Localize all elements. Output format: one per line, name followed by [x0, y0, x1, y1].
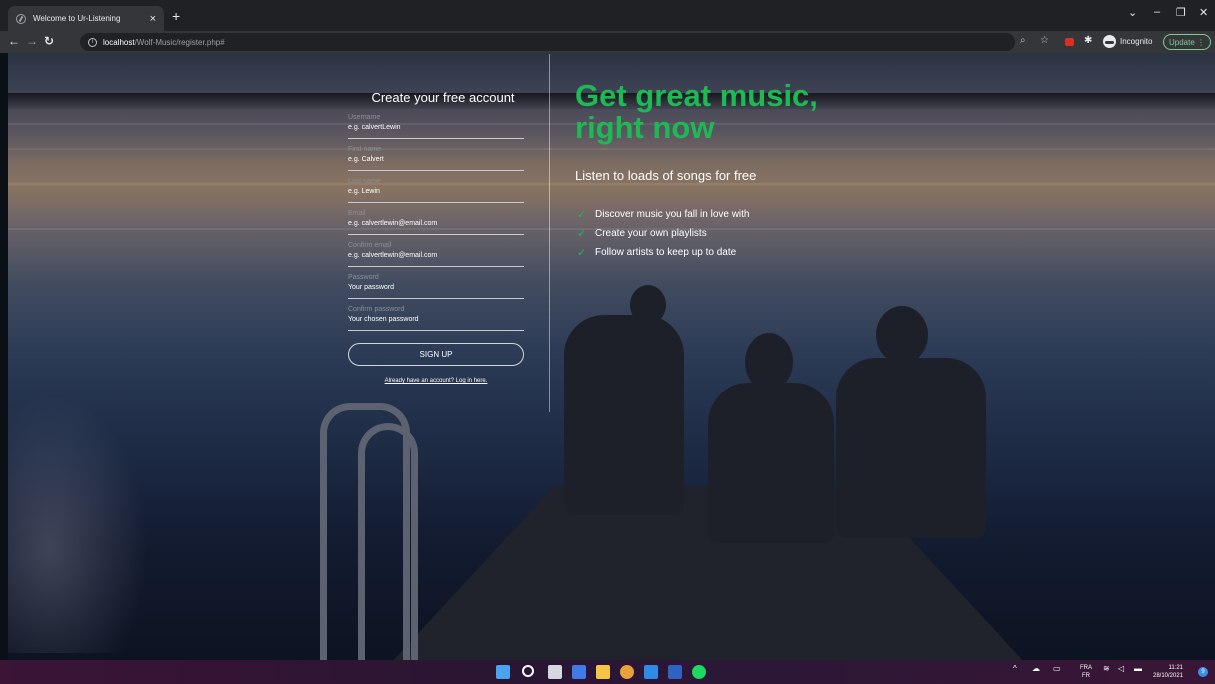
update-label: Update [1168, 37, 1195, 47]
tray-chevron-icon[interactable]: ^ [1013, 665, 1017, 673]
back-icon[interactable]: ← [8, 34, 20, 48]
vscode-icon[interactable] [644, 665, 658, 679]
form-field[interactable]: Last name e.g. Lewin [348, 175, 524, 203]
field-label: Username [348, 114, 381, 121]
chrome-icon[interactable] [620, 665, 634, 679]
person-silhouette [836, 358, 986, 538]
tab-close-icon[interactable]: × [150, 13, 156, 25]
spotify-icon[interactable] [692, 665, 706, 679]
check-icon: ✓ [577, 209, 587, 221]
field-label: Last name [348, 178, 381, 185]
system-clock[interactable]: 11:21 28/10/2021 [1153, 664, 1183, 680]
search-icon[interactable] [522, 665, 534, 677]
sign-up-button[interactable]: SIGN UP [348, 343, 524, 366]
field-label: First name [348, 146, 382, 153]
form-field[interactable]: Confirm password Your chosen password [348, 303, 524, 331]
globe-icon [16, 13, 26, 24]
forward-icon[interactable]: → [26, 34, 38, 48]
feature-item: ✓ Follow artists to keep up to date [577, 243, 750, 262]
keyboard-layout: FR [1082, 673, 1090, 679]
person-head [876, 306, 928, 364]
site-info-icon[interactable]: i [88, 37, 97, 47]
url-path: /Wolf-Music/register.php# [134, 37, 225, 47]
close-window-icon[interactable]: ✕ [1199, 6, 1208, 19]
check-icon: ✓ [577, 247, 587, 259]
field-input[interactable]: e.g. calvertLewin [348, 124, 401, 131]
feature-text: Create your own playlists [595, 228, 707, 239]
keyboard-icon[interactable]: ▭ [1053, 665, 1061, 673]
notification-badge[interactable]: 9 [1198, 667, 1208, 677]
field-label: Confirm password [348, 306, 405, 313]
page-background: Create your free account Username e.g. ca… [8, 53, 1215, 660]
login-link[interactable]: Already have an account? Log in here. [348, 378, 524, 384]
ladder-rail [358, 423, 418, 660]
windows-taskbar: ^ ☁ ▭ FRA FR ≋ ◁ ▬ 11:21 28/10/2021 9 [0, 660, 1215, 684]
form-field[interactable]: Password Your password [348, 271, 524, 299]
language-indicator[interactable]: FRA FR [1080, 664, 1092, 680]
address-bar[interactable]: i localhost /Wolf-Music/register.php# [80, 33, 1015, 51]
incognito-indicator[interactable]: Incognito [1103, 35, 1152, 48]
incognito-label: Incognito [1120, 37, 1153, 46]
form-field[interactable]: First name e.g. Calvert [348, 143, 524, 171]
field-input[interactable]: Your password [348, 284, 394, 291]
field-input[interactable]: Your chosen password [348, 316, 419, 323]
register-form: Create your free account Username e.g. ca… [348, 90, 524, 384]
headline-line-2: right now [575, 110, 715, 145]
puzzle-extensions-icon[interactable]: ✱ [1084, 34, 1092, 48]
water-ripple [8, 148, 1215, 150]
clock-date: 28/10/2021 [1153, 673, 1184, 679]
feature-item: ✓ Create your own playlists [577, 224, 750, 243]
form-title: Create your free account [371, 90, 515, 105]
water-ripple [8, 183, 1215, 185]
form-field[interactable]: Email e.g. calvertlewin@email.com [348, 207, 524, 235]
feature-item: ✓ Discover music you fall in love with [577, 205, 750, 224]
wifi-icon[interactable]: ≋ [1103, 665, 1110, 673]
reload-icon[interactable]: ↻ [44, 34, 54, 48]
onedrive-icon[interactable]: ☁ [1032, 665, 1040, 673]
feature-text: Follow artists to keep up to date [595, 247, 737, 258]
form-field[interactable]: Username e.g. calvertLewin [348, 111, 524, 139]
update-button[interactable]: Update ⋮ [1163, 34, 1211, 50]
feature-list: ✓ Discover music you fall in love with ✓ C… [577, 205, 750, 262]
widgets-icon[interactable] [572, 665, 586, 679]
field-input[interactable]: e.g. Calvert [348, 156, 384, 163]
hero-headline: Get great music, right now [575, 80, 895, 144]
person-silhouette [564, 315, 684, 515]
field-input[interactable]: e.g. calvertlewin@email.com [348, 220, 437, 227]
person-silhouette [708, 383, 834, 543]
browser-tab[interactable]: Welcome to Ur-Listening × [8, 6, 164, 31]
field-input[interactable]: e.g. calvertlewin@email.com [348, 252, 437, 259]
reflection-glow [8, 393, 148, 653]
restore-icon[interactable]: ❐ [1176, 6, 1186, 19]
language-code: FRA [1080, 665, 1092, 671]
browser-titlebar: Welcome to Ur-Listening × + ⌄ – ❐ ✕ [0, 0, 1215, 31]
windows-start-icon[interactable] [496, 665, 510, 679]
column-divider [549, 54, 550, 412]
zoom-icon[interactable]: ⌕ [1020, 34, 1026, 48]
check-icon: ✓ [577, 228, 587, 240]
tab-title: Welcome to Ur-Listening [33, 14, 121, 23]
word-icon[interactable] [668, 665, 682, 679]
volume-icon[interactable]: ◁ [1118, 665, 1124, 673]
field-label: Email [348, 210, 366, 217]
clock-time: 11:21 [1168, 665, 1184, 671]
bookmark-star-icon[interactable]: ☆ [1040, 34, 1049, 48]
field-input[interactable]: e.g. Lewin [348, 188, 380, 195]
browser-toolbar: ← → ↻ i localhost /Wolf-Music/register.p… [0, 31, 1215, 53]
file-explorer-icon[interactable] [596, 665, 610, 679]
incognito-icon [1103, 35, 1116, 48]
minimize-icon[interactable]: – [1154, 6, 1160, 18]
extension-icon[interactable] [1065, 38, 1074, 46]
battery-icon[interactable]: ▬ [1134, 665, 1142, 673]
tab-search-icon[interactable]: ⌄ [1128, 6, 1137, 19]
field-label: Confirm email [348, 242, 392, 249]
hero-subheading: Listen to loads of songs for free [575, 168, 757, 183]
task-view-icon[interactable] [548, 665, 562, 679]
feature-text: Discover music you fall in love with [595, 209, 750, 220]
field-label: Password [348, 274, 379, 281]
headline-line-1: Get great music, [575, 78, 818, 113]
new-tab-button[interactable]: + [172, 9, 180, 23]
form-field[interactable]: Confirm email e.g. calvertlewin@email.com [348, 239, 524, 267]
url-host: localhost [103, 37, 135, 47]
